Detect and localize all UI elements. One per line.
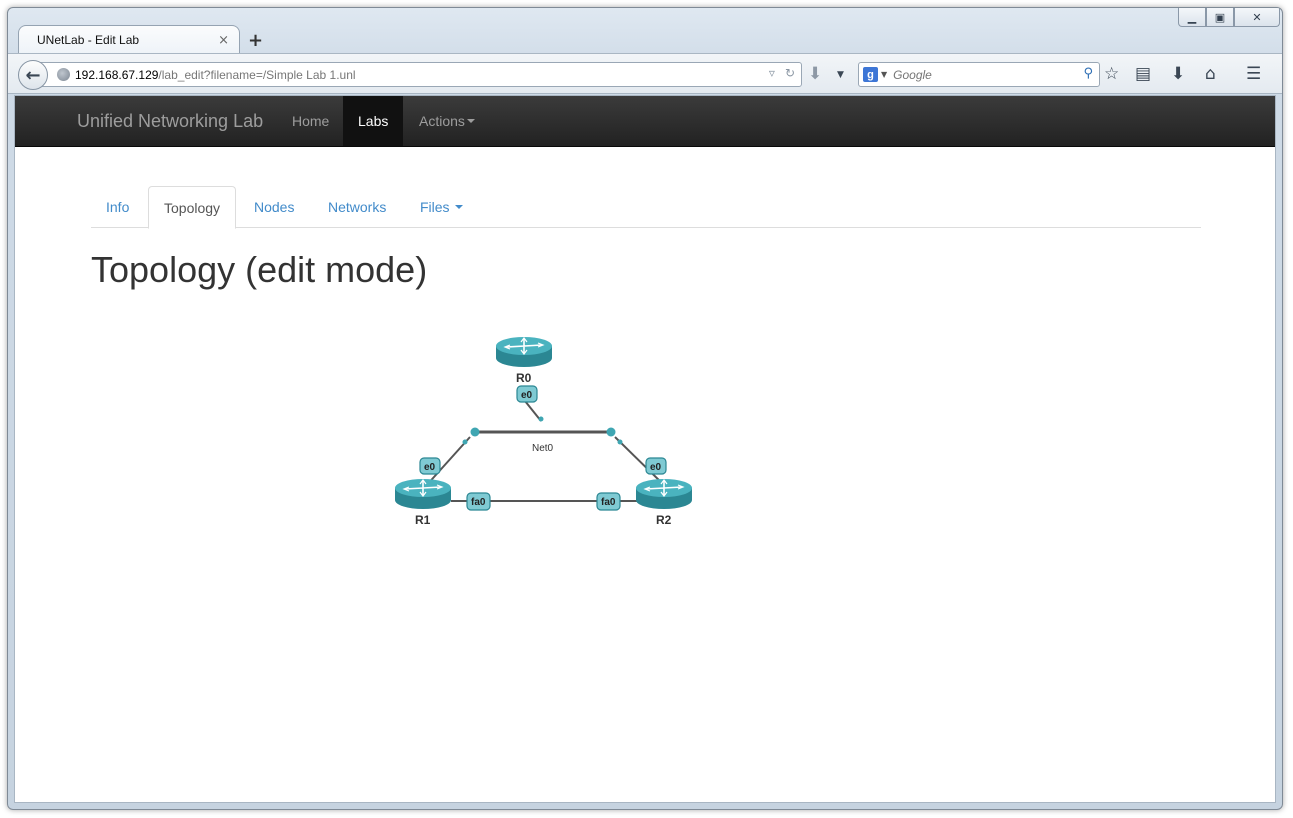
nav-home[interactable]: Home [277, 96, 344, 146]
node-label-r1: R1 [415, 513, 431, 527]
caret-down-icon [466, 119, 475, 123]
tab-files-label: Files [420, 199, 450, 215]
reload-icon[interactable]: ↻ [785, 66, 795, 80]
back-button[interactable]: ← [18, 60, 48, 90]
brand-link[interactable]: Unified Networking Lab [77, 111, 263, 132]
tab-title: UNetLab - Edit Lab [37, 33, 140, 47]
tab-info[interactable]: Info [91, 186, 144, 228]
router-r1-icon[interactable] [394, 478, 452, 510]
browser-tab[interactable]: UNetLab - Edit Lab × [18, 25, 240, 54]
topology-canvas[interactable]: Net0 R0 R1 R2 e0 e0 e0 fa0 fa0 [375, 321, 715, 551]
iface-r1-e0-label: e0 [424, 462, 436, 473]
iface-r2-e0[interactable]: e0 [645, 457, 667, 475]
iface-r0-e0-label: e0 [521, 390, 533, 401]
nav-labs[interactable]: Labs [343, 96, 404, 146]
tab-close-icon[interactable]: × [218, 33, 229, 48]
url-path: /lab_edit?filename=/Simple Lab 1.unl [158, 67, 356, 82]
dropdown-history-icon[interactable]: ▿ [769, 66, 775, 80]
iface-r1-fa0-label: fa0 [471, 497, 486, 508]
tab-nodes[interactable]: Nodes [239, 186, 309, 228]
new-tab-button[interactable]: + [248, 30, 263, 51]
tab-files[interactable]: Files [405, 186, 478, 228]
chevron-down-icon[interactable]: ▼ [837, 70, 844, 80]
search-bar[interactable]: g ▼ ⚲ [858, 62, 1100, 87]
tab-topology[interactable]: Topology [148, 186, 237, 229]
iface-r2-fa0[interactable]: fa0 [596, 492, 621, 511]
reading-list-icon[interactable]: ▤ [1135, 64, 1151, 84]
link-r0-net0[interactable] [524, 400, 542, 422]
page-title: Topology (edit mode) [91, 249, 428, 290]
tab-networks[interactable]: Networks [313, 186, 401, 228]
minimize-icon[interactable]: ▁ [1178, 8, 1206, 27]
bookmark-star-icon[interactable]: ☆ [1104, 64, 1119, 84]
app-navbar: Unified Networking Lab Home Labs Actions [15, 96, 1275, 147]
window-controls: ▁ ▣ ✕ [1178, 8, 1280, 27]
net0-endpoint-right[interactable] [606, 427, 616, 437]
maximize-icon[interactable]: ▣ [1206, 8, 1234, 27]
iface-r0-e0[interactable]: e0 [516, 385, 538, 403]
search-engine-caret-icon[interactable]: ▼ [881, 70, 887, 79]
node-label-r0: R0 [516, 371, 532, 385]
browser-window: ▁ ▣ ✕ UNetLab - Edit Lab × + ← 192.168.6… [7, 7, 1283, 810]
iface-r1-fa0[interactable]: fa0 [466, 492, 491, 511]
router-r0-icon[interactable] [495, 336, 553, 368]
network-label: Net0 [532, 443, 554, 454]
nav-actions-label: Actions [419, 113, 465, 129]
search-input[interactable] [893, 67, 1074, 82]
downloads-icon[interactable]: ⬇ [1171, 64, 1185, 84]
site-identity-icon[interactable] [57, 68, 70, 81]
iface-r2-e0-label: e0 [650, 462, 662, 473]
close-window-icon[interactable]: ✕ [1234, 8, 1280, 27]
iface-r1-e0[interactable]: e0 [419, 457, 441, 475]
net0-endpoint-left[interactable] [470, 427, 480, 437]
menu-icon[interactable]: ☰ [1246, 64, 1261, 84]
back-arrow-icon: ← [25, 64, 41, 86]
url-bar[interactable]: 192.168.67.129/lab_edit?filename=/Simple… [38, 62, 802, 87]
caret-down-icon [455, 205, 464, 209]
r1-link-endpoint [462, 439, 468, 445]
google-icon[interactable]: g [863, 67, 878, 82]
r0-link-endpoint [538, 416, 544, 422]
r2-link-endpoint [617, 439, 623, 445]
home-icon[interactable]: ⌂ [1205, 64, 1216, 84]
node-label-r2: R2 [656, 513, 672, 527]
router-r2-icon[interactable] [635, 478, 693, 510]
url-host: 192.168.67.129 [75, 67, 159, 82]
page-content: Unified Networking Lab Home Labs Actions… [14, 95, 1276, 803]
blocked-download-icon[interactable]: ⬇ [808, 64, 822, 84]
search-icon[interactable]: ⚲ [1083, 66, 1093, 81]
iface-r2-fa0-label: fa0 [601, 497, 616, 508]
nav-actions[interactable]: Actions [404, 96, 490, 146]
page-tabs: Info Topology Nodes Networks Files [91, 186, 1201, 229]
nav-toolbar: ← 192.168.67.129/lab_edit?filename=/Simp… [8, 53, 1282, 94]
